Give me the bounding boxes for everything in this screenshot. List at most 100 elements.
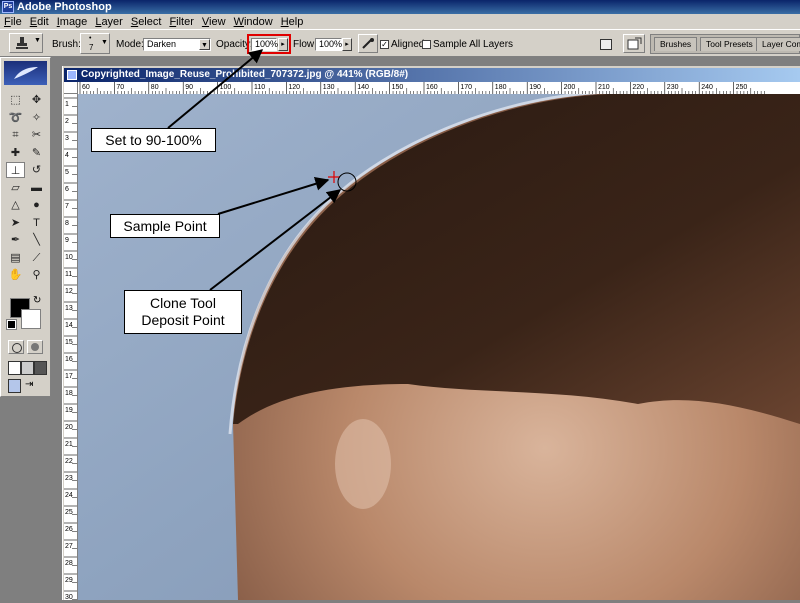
menu-label-rest: elect	[138, 15, 162, 28]
menu-bar: File Edit Image Layer Select Filter View Window…	[0, 14, 800, 29]
screen-mode-full-menu-icon[interactable]	[21, 361, 34, 375]
tool-preset-picker[interactable]: ▼	[9, 33, 43, 53]
standard-mode-button[interactable]	[8, 340, 24, 354]
photoshop-icon: Ps	[2, 1, 14, 13]
ruler-origin[interactable]	[64, 82, 78, 94]
ruler-v-label: 5	[65, 169, 69, 176]
callout-deposit-line1: Clone Tool	[150, 295, 216, 311]
magic-wand-icon[interactable]: ✧	[27, 110, 46, 126]
app-title-bar: Ps Adobe Photoshop	[0, 0, 800, 14]
lasso-icon[interactable]: ➰	[6, 110, 25, 126]
zoom-icon[interactable]: ⚲	[27, 267, 46, 283]
ruler-h-label: 110	[254, 84, 265, 91]
menu-file[interactable]: File	[0, 16, 26, 28]
ruler-v-label: 30	[65, 594, 73, 600]
aligned-checkbox[interactable]: ✓	[380, 40, 389, 49]
slice-icon[interactable]: ✂	[27, 127, 46, 143]
tab-layer-comps[interactable]: Layer Com	[756, 37, 800, 51]
ruler-v-label: 7	[65, 203, 69, 210]
line-icon[interactable]: ╲	[27, 232, 46, 248]
ruler-v-label: 19	[65, 407, 73, 414]
callout-deposit-point: Clone Tool Deposit Point	[124, 290, 242, 334]
menu-view[interactable]: View	[198, 16, 230, 28]
tab-tool-presets[interactable]: Tool Presets	[700, 37, 759, 51]
menu-label-rest: dit	[37, 15, 49, 28]
menu-help[interactable]: Help	[277, 16, 308, 28]
brush-picker[interactable]: • 7 ▼	[80, 33, 110, 54]
ruler-v-label: 28	[65, 560, 73, 567]
adobe-online-button[interactable]	[4, 61, 47, 85]
menu-layer[interactable]: Layer	[91, 16, 127, 28]
tab-brushes[interactable]: Brushes	[654, 37, 698, 51]
ruler-v-label: 18	[65, 390, 73, 397]
eyedropper-icon[interactable]: ⟋	[27, 250, 46, 266]
swap-colors-icon[interactable]: ↻	[33, 295, 41, 306]
path-selection-icon[interactable]: ➤	[6, 215, 25, 231]
flow-slider-arrow-icon[interactable]: ▸	[342, 38, 352, 51]
ruler-v-label: 8	[65, 220, 69, 227]
default-colors-icon[interactable]	[6, 319, 17, 330]
ruler-h-label: 170	[460, 84, 472, 91]
ruler-h-label: 220	[632, 84, 644, 91]
feather-icon	[14, 67, 38, 79]
mode-select[interactable]: Darken ▼	[143, 38, 211, 51]
menu-edit[interactable]: Edit	[26, 16, 53, 28]
ruler-h-label: 140	[357, 84, 369, 91]
jump-to-imageready-icon[interactable]: ⇥	[25, 379, 39, 391]
flow-input[interactable]: 100%	[315, 38, 342, 51]
menu-image[interactable]: Image	[53, 16, 92, 28]
image-canvas[interactable]	[78, 94, 800, 600]
ruler-v-label: 11	[65, 271, 72, 278]
imageready-icon[interactable]	[8, 379, 21, 393]
menu-label-rest: mage	[59, 15, 88, 28]
screen-mode-standard-icon[interactable]	[8, 361, 21, 375]
clone-stamp-icon[interactable]: ⊥	[6, 162, 25, 178]
vertical-ruler[interactable]: 1 2 3 4 5 6 7 8 9 10 11 12 13 14 15 16 17 18 19 20 21 22 23 24 2…	[64, 94, 78, 601]
move-icon[interactable]: ✥	[27, 92, 46, 108]
background-color-swatch[interactable]	[21, 309, 41, 329]
opacity-input[interactable]: 100%	[251, 38, 279, 51]
screen-mode-full-icon[interactable]	[34, 361, 47, 375]
gradient-icon[interactable]: ▬	[27, 180, 46, 196]
blur-icon[interactable]: △	[6, 197, 25, 213]
photo-illustration	[78, 94, 800, 600]
type-icon[interactable]: T	[27, 215, 46, 231]
history-brush-icon[interactable]: ↺	[27, 162, 46, 178]
marquee-icon[interactable]: ⬚	[6, 92, 25, 108]
aligned-label: Aligned	[391, 39, 425, 50]
sample-all-layers-checkbox[interactable]	[422, 40, 431, 49]
ruler-v-label: 25	[65, 509, 73, 516]
file-browser-icon[interactable]	[600, 39, 612, 50]
notes-icon[interactable]: ▤	[6, 250, 25, 266]
opacity-value: 100%	[255, 39, 279, 49]
healing-brush-icon[interactable]: ✚	[6, 145, 25, 161]
quick-mask-button[interactable]	[27, 340, 43, 354]
ruler-v-label: 15	[65, 339, 73, 346]
menu-mnemonic: E	[29, 15, 38, 28]
menu-select[interactable]: Select	[127, 16, 166, 28]
airbrush-icon	[362, 38, 374, 49]
menu-label-rest: ile	[10, 15, 22, 28]
dodge-icon[interactable]: ●	[27, 197, 46, 213]
crop-icon[interactable]: ⌗	[6, 127, 25, 143]
brush-dot-icon: •	[89, 35, 92, 42]
eraser-icon[interactable]: ▱	[6, 180, 25, 196]
toggle-palettes-button[interactable]	[623, 34, 645, 53]
ruler-h-label: 190	[529, 84, 541, 91]
menu-filter[interactable]: Filter	[165, 16, 197, 28]
ruler-v-label: 6	[65, 186, 69, 193]
pen-icon[interactable]: ✒	[6, 232, 25, 248]
ruler-v-label: 29	[65, 577, 73, 584]
callout-opacity-text: Set to 90-100%	[105, 132, 202, 148]
ruler-h-label: 230	[667, 84, 679, 91]
opacity-slider-arrow-icon[interactable]: ▸	[278, 38, 288, 51]
ruler-v-label: 17	[65, 373, 73, 380]
brush-icon[interactable]: ✎	[27, 145, 46, 161]
hand-icon[interactable]: ✋	[6, 267, 25, 283]
ruler-v-label: 2	[65, 118, 69, 125]
callout-sample-point-text: Sample Point	[123, 218, 207, 234]
standard-mode-icon	[12, 343, 22, 353]
chevron-down-icon[interactable]: ▼	[199, 39, 210, 50]
menu-window[interactable]: Window	[230, 16, 277, 28]
airbrush-button[interactable]	[358, 34, 378, 53]
